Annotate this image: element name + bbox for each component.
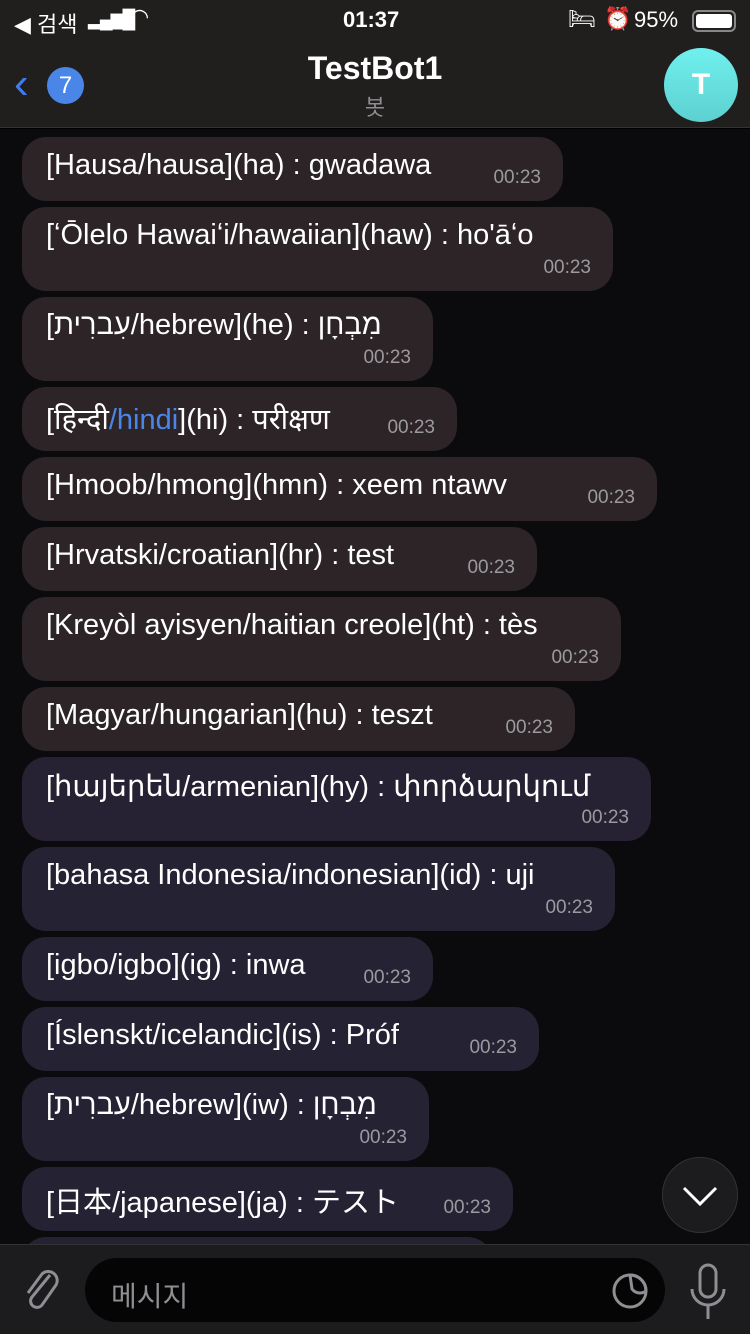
message-text: [हिन्दी/hindi](hi) : परीक्षण xyxy=(46,404,330,436)
message-bubble[interactable]: מִבְחָן : (iw)[hebrew/עִברִית] 00:23 xyxy=(22,1077,429,1161)
message-text: [bahasa Indonesia/indonesian](id) : uji xyxy=(46,859,535,891)
message-text: [Íslenskt/icelandic](is) : Próf xyxy=(46,1019,399,1051)
message-time: 00:23 xyxy=(505,717,553,738)
message-bubble[interactable]: [Hmoob/hmong](hmn) : xeem ntawv 00:23 xyxy=(22,457,657,521)
message-text: [Hrvatski/croatian](hr) : test xyxy=(46,539,395,571)
clock: 01:37 xyxy=(343,7,400,32)
message-text: [日本/japanese](ja) : テスト xyxy=(46,1187,399,1219)
message-bubble[interactable]: [igbo/igbo](ig) : inwa 00:23 xyxy=(22,937,433,1001)
sticker-icon[interactable] xyxy=(611,1272,649,1310)
chat-subtitle: 봇 xyxy=(364,95,386,120)
status-bar: ◀ 검색 ▂▄▆█ ◠ 01:37 🛏 ⏰ 95% xyxy=(0,0,750,40)
avatar[interactable]: T xyxy=(664,48,738,122)
message-text: מִבְחָן : (iw)[hebrew/עִברִית] xyxy=(46,1089,377,1121)
chat-title[interactable]: TestBot1 xyxy=(0,50,750,87)
microphone-icon[interactable] xyxy=(688,1263,728,1321)
message-time: 00:23 xyxy=(387,417,435,438)
back-to-app[interactable]: ◀ 검색 xyxy=(14,7,78,39)
message-bubble[interactable]: [日本/japanese](ja) : テスト 00:23 xyxy=(22,1167,513,1231)
message-time: 00:23 xyxy=(587,487,635,508)
message-input[interactable]: 메시지 xyxy=(85,1258,665,1322)
message-bubble[interactable]: [Íslenskt/icelandic](is) : Próf 00:23 xyxy=(22,1007,539,1071)
message-bubble[interactable]: [Magyar/hungarian](hu) : teszt 00:23 xyxy=(22,687,575,751)
attach-paperclip-icon[interactable] xyxy=(20,1265,66,1315)
message-time: 00:23 xyxy=(545,897,593,918)
chat-header: ‹ 7 TestBot1 봇 T xyxy=(0,40,750,128)
message-list[interactable]: [Hausa/hausa](ha) : gwadawa 00:23 [ʻŌlelo… xyxy=(0,129,750,1244)
message-time: 00:23 xyxy=(363,347,411,368)
message-bubble[interactable]: [bahasa Indonesia/indonesian](id) : uji 0… xyxy=(22,847,615,931)
message-time: 00:23 xyxy=(543,257,591,278)
message-text: מִבְחָן : (he)[hebrew/עִברִית] xyxy=(46,309,382,341)
message-time: 00:23 xyxy=(469,1037,517,1058)
chevron-down-icon xyxy=(682,1186,718,1207)
message-bubble[interactable]: [Hausa/hausa](ha) : gwadawa 00:23 xyxy=(22,137,563,201)
composer: 메시지 xyxy=(0,1244,750,1334)
message-text: [Magyar/hungarian](hu) : teszt xyxy=(46,699,433,731)
message-text: [Hausa/hausa](ha) : gwadawa xyxy=(46,149,432,181)
message-bubble-partial[interactable] xyxy=(22,1237,492,1244)
wifi-icon: ◠ xyxy=(130,4,150,29)
message-bubble[interactable]: [հայերեն/armenian](hy) : փորձարկում 00:23 xyxy=(22,757,651,841)
battery-icon xyxy=(692,10,736,32)
hindi-link[interactable]: /hindi xyxy=(109,404,178,436)
battery-percent: 95% xyxy=(634,7,679,32)
message-text: [ʻŌlelo Hawaiʻi/hawaiian](haw) : ho'āʻo xyxy=(46,219,534,251)
scroll-to-bottom-button[interactable] xyxy=(662,1157,738,1233)
message-text: [հայերեն/armenian](hy) : փորձարկում xyxy=(46,771,591,803)
alarm-icon: ⏰ xyxy=(604,6,632,31)
message-bubble[interactable]: [हिन्दी/hindi](hi) : परीक्षण 00:23 xyxy=(22,387,457,451)
message-time: 00:23 xyxy=(443,1197,491,1218)
message-bubble[interactable]: [Hrvatski/croatian](hr) : test 00:23 xyxy=(22,527,537,591)
signal-icon: ▂▄▆█ xyxy=(88,9,135,29)
message-text: [Hmoob/hmong](hmn) : xeem ntawv xyxy=(46,469,507,501)
message-text: [igbo/igbo](ig) : inwa xyxy=(46,949,306,981)
message-time: 00:23 xyxy=(581,807,629,828)
message-time: 00:23 xyxy=(359,1127,407,1148)
message-time: 00:23 xyxy=(467,557,515,578)
message-bubble[interactable]: מִבְחָן : (he)[hebrew/עִברִית] 00:23 xyxy=(22,297,433,381)
message-bubble[interactable]: [Kreyòl ayisyen/haitian creole](ht) : tè… xyxy=(22,597,621,681)
message-time: 00:23 xyxy=(551,647,599,668)
message-time: 00:23 xyxy=(363,967,411,988)
message-placeholder: 메시지 xyxy=(111,1281,189,1312)
message-text: [Kreyòl ayisyen/haitian creole](ht) : tè… xyxy=(46,609,538,641)
message-bubble[interactable]: [ʻŌlelo Hawaiʻi/hawaiian](haw) : ho'āʻo 0… xyxy=(22,207,613,291)
bed-icon: 🛏 xyxy=(568,6,596,31)
message-time: 00:23 xyxy=(493,167,541,188)
